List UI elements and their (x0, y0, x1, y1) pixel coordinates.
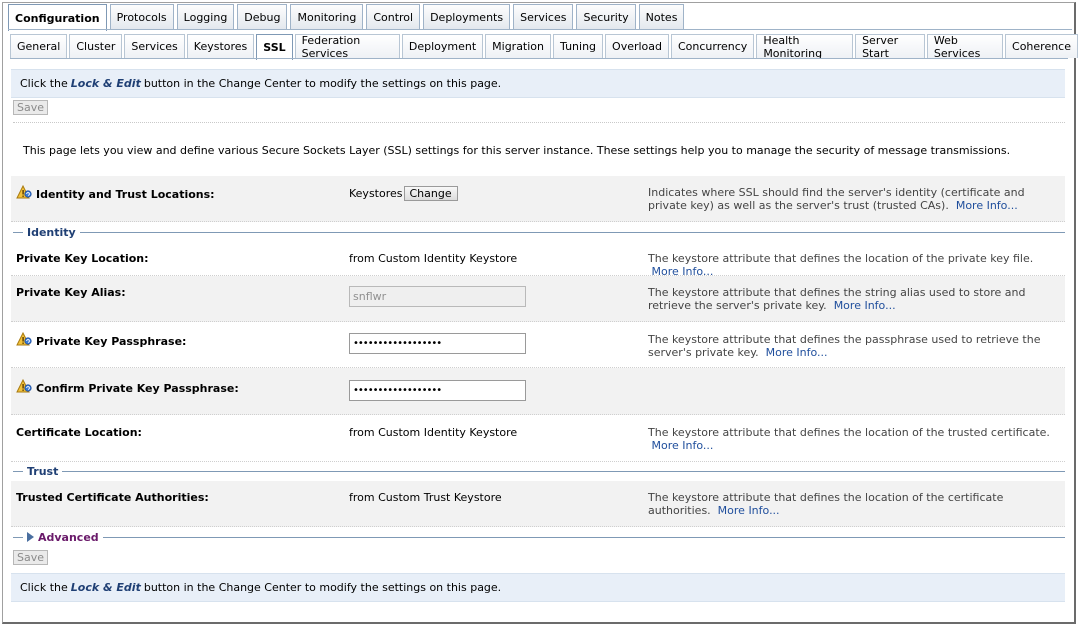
subtab-migration[interactable]: Migration (485, 34, 552, 58)
private-key-alias-label: Private Key Alias: (16, 286, 126, 299)
more-info-link[interactable]: More Info... (652, 439, 714, 452)
row-confirm-passphrase: Confirm Private Key Passphrase: ••••••••… (11, 368, 1065, 415)
row-private-key-passphrase: Private Key Passphrase: ••••••••••••••••… (11, 322, 1065, 368)
tab-services[interactable]: Services (513, 4, 574, 29)
subtab-coherence[interactable]: Coherence (1005, 34, 1079, 58)
section-trust-title: Trust (27, 464, 59, 478)
lock-edit-notice-bottom: Click the Lock & Edit button in the Chan… (11, 573, 1065, 602)
tabs-divider (8, 29, 1072, 30)
identity-trust-keystores: Keystores (349, 187, 403, 200)
private-key-alias-desc: The keystore attribute that defines the … (648, 286, 1058, 312)
row-private-key-alias: Private Key Alias: snflwr The keystore a… (11, 276, 1065, 322)
section-trust: Trust (13, 464, 1065, 478)
subtab-server-start[interactable]: Server Start (855, 34, 925, 60)
trusted-ca-desc: The keystore attribute that defines the … (648, 491, 1058, 517)
tab-protocols[interactable]: Protocols (109, 4, 174, 29)
more-info-link[interactable]: More Info... (956, 199, 1018, 212)
notice-prefix: Click the (20, 77, 68, 90)
subtab-tuning[interactable]: Tuning (553, 34, 604, 58)
subtab-web-services[interactable]: Web Services (926, 34, 1004, 60)
lock-edit-notice: Click the Lock & Edit button in the Chan… (11, 69, 1065, 98)
notice-lock-edit: Lock & Edit (70, 581, 141, 594)
subtab-deployment[interactable]: Deployment (401, 34, 484, 58)
notice-prefix: Click the (20, 581, 68, 594)
private-key-passphrase-input[interactable]: •••••••••••••••••• (349, 333, 526, 354)
identity-trust-text: Identity and Trust Locations: (36, 187, 215, 201)
notice-lock-edit: Lock & Edit (70, 77, 141, 90)
tab-security[interactable]: Security (576, 4, 636, 29)
private-key-passphrase-desc-text: The keystore attribute that defines the … (648, 333, 1041, 359)
subtabs-divider (10, 58, 1068, 59)
more-info-link[interactable]: More Info... (834, 299, 896, 312)
restart-required-icon (16, 378, 32, 397)
secondary-tabs: General Cluster Services Keystores SSL F… (10, 34, 1080, 60)
private-key-passphrase-label: Private Key Passphrase: (16, 331, 187, 350)
page-intro: This page lets you view and define vario… (23, 144, 1011, 157)
row-identity-trust: Identity and Trust Locations: Keystores … (11, 176, 1065, 222)
subtab-general[interactable]: General (10, 34, 68, 58)
subtab-health-monitoring[interactable]: Health Monitoring (756, 34, 854, 60)
notice-suffix: button in the Change Center to modify th… (143, 77, 502, 90)
trusted-ca-desc-text: The keystore attribute that defines the … (648, 491, 1004, 517)
expand-triangle-icon[interactable] (27, 532, 34, 542)
certificate-location-value: from Custom Identity Keystore (349, 426, 518, 439)
tab-configuration[interactable]: Configuration (8, 4, 107, 31)
tab-deployments[interactable]: Deployments (423, 4, 511, 29)
tab-monitoring[interactable]: Monitoring (290, 4, 364, 29)
private-key-passphrase-text: Private Key Passphrase: (36, 334, 187, 348)
notice-suffix: button in the Change Center to modify th… (143, 581, 502, 594)
section-identity: Identity (13, 225, 1065, 239)
private-key-location-desc-text: The keystore attribute that defines the … (648, 252, 1034, 265)
section-advanced-title[interactable]: Advanced (38, 531, 99, 544)
private-key-alias-input[interactable]: snflwr (349, 286, 526, 307)
tab-logging[interactable]: Logging (176, 4, 235, 29)
private-key-location-label: Private Key Location: (16, 252, 149, 265)
change-button[interactable]: Change (403, 186, 458, 201)
subtab-overload[interactable]: Overload (605, 34, 669, 58)
tab-debug[interactable]: Debug (237, 4, 288, 29)
identity-trust-value: Keystores Change (349, 186, 458, 201)
trusted-ca-label: Trusted Certificate Authorities: (16, 491, 209, 504)
subtab-concurrency[interactable]: Concurrency (671, 34, 755, 58)
primary-tabs: Configuration Protocols Logging Debug Mo… (8, 4, 687, 31)
subtab-cluster[interactable]: Cluster (69, 34, 123, 58)
private-key-location-value: from Custom Identity Keystore (349, 252, 518, 265)
identity-trust-desc: Indicates where SSL should find the serv… (648, 186, 1058, 212)
certificate-location-desc: The keystore attribute that defines the … (648, 426, 1058, 452)
private-key-passphrase-desc: The keystore attribute that defines the … (648, 333, 1058, 359)
certificate-location-label: Certificate Location: (16, 426, 142, 439)
section-identity-title: Identity (27, 225, 76, 239)
tab-notes[interactable]: Notes (638, 4, 685, 29)
confirm-passphrase-label: Confirm Private Key Passphrase: (16, 378, 239, 397)
subtab-keystores[interactable]: Keystores (186, 34, 255, 58)
subtab-ssl[interactable]: SSL (256, 34, 293, 60)
private-key-location-desc: The keystore attribute that defines the … (648, 252, 1058, 278)
restart-required-icon (16, 184, 32, 203)
subtab-services[interactable]: Services (124, 34, 185, 58)
identity-trust-label: Identity and Trust Locations: (16, 184, 215, 203)
save-button[interactable]: Save (13, 100, 48, 115)
confirm-passphrase-input[interactable]: •••••••••••••••••• (349, 380, 526, 401)
restart-required-icon (16, 331, 32, 350)
subtab-federation-services[interactable]: Federation Services (294, 34, 400, 60)
tab-control[interactable]: Control (366, 4, 421, 29)
save-button-bottom[interactable]: Save (13, 550, 48, 565)
section-advanced[interactable]: Advanced (13, 530, 1065, 544)
row-trusted-ca: Trusted Certificate Authorities: from Cu… (11, 481, 1065, 527)
confirm-passphrase-text: Confirm Private Key Passphrase: (36, 381, 239, 395)
row-private-key-location: Private Key Location: from Custom Identi… (11, 242, 1065, 278)
trusted-ca-value: from Custom Trust Keystore (349, 491, 502, 504)
certificate-location-desc-text: The keystore attribute that defines the … (648, 426, 1050, 439)
more-info-link[interactable]: More Info... (718, 504, 780, 517)
divider (13, 122, 1065, 123)
more-info-link[interactable]: More Info... (766, 346, 828, 359)
row-certificate-location: Certificate Location: from Custom Identi… (11, 415, 1065, 462)
